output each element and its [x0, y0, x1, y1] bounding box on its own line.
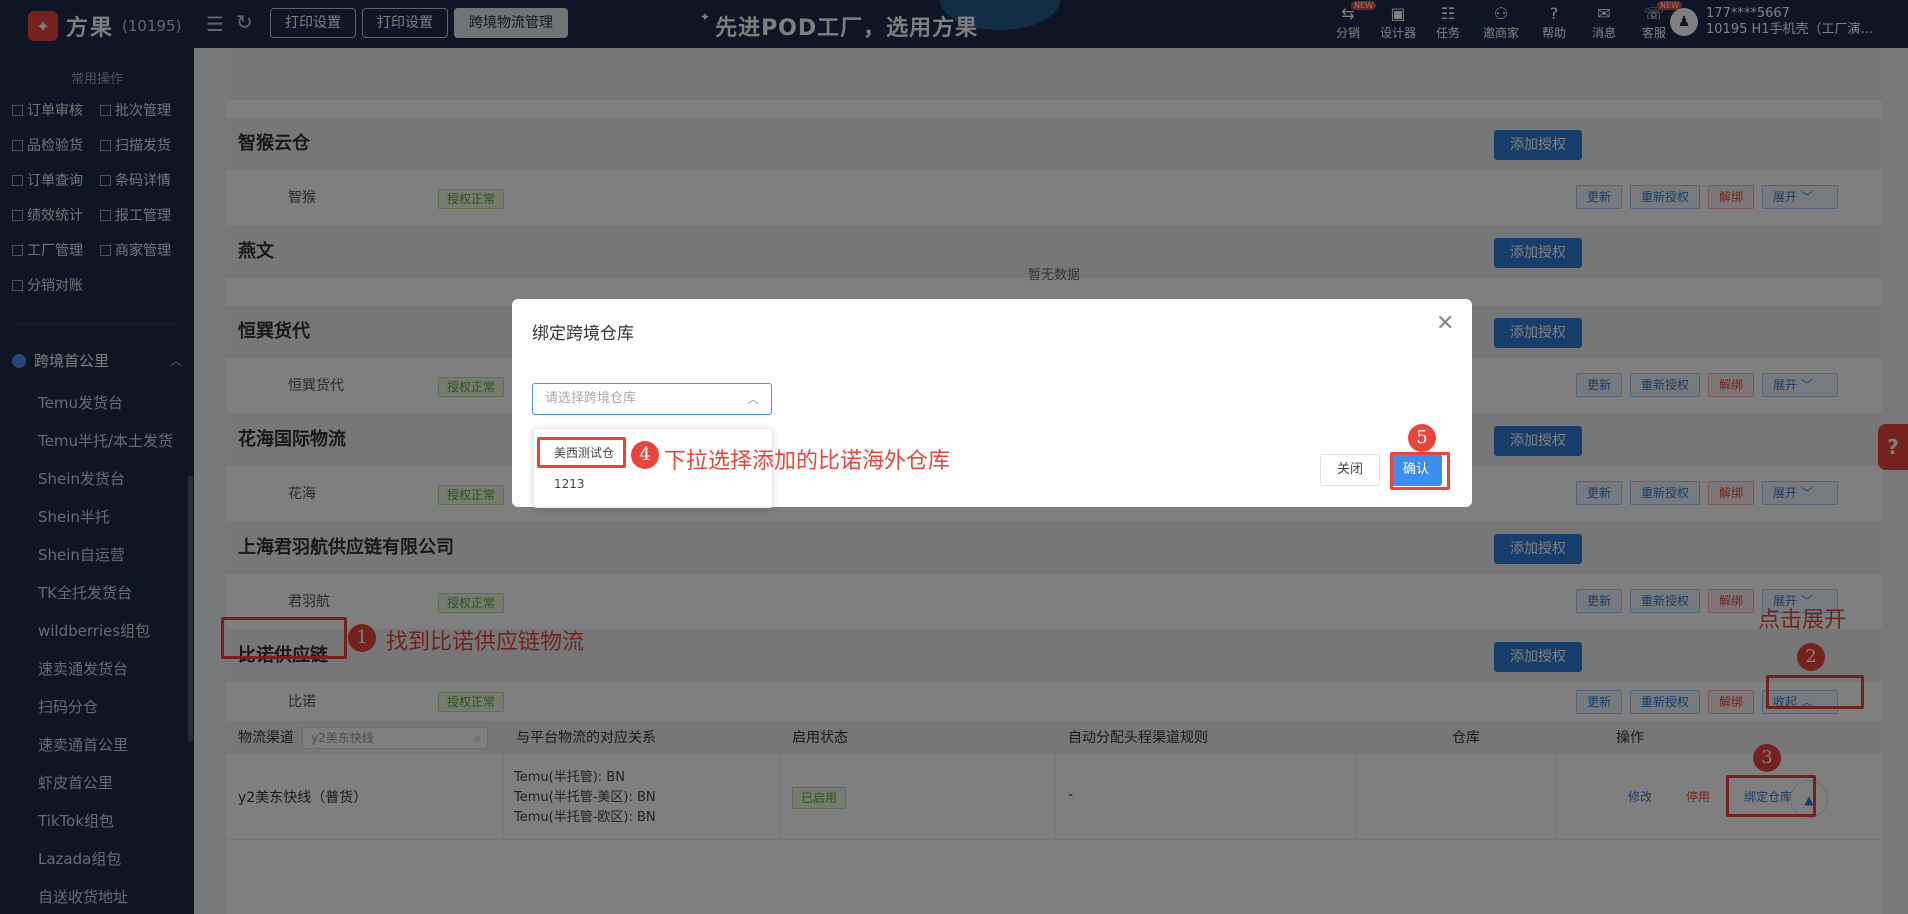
- step-number: 5: [1408, 424, 1436, 452]
- option-1213[interactable]: 1213: [554, 477, 585, 491]
- chevron-up-icon: ︿: [746, 392, 759, 406]
- select-placeholder: 请选择跨境仓库: [545, 391, 637, 406]
- highlight-option: [537, 437, 626, 468]
- step-text: 下拉选择添加的比诺海外仓库: [664, 449, 951, 474]
- warehouse-select[interactable]: 请选择跨境仓库 ︿: [532, 383, 772, 415]
- highlight-confirm: [1390, 452, 1450, 490]
- modal-title: 绑定跨境仓库: [532, 324, 634, 344]
- step-number: 4: [631, 441, 659, 469]
- cancel-button[interactable]: 关闭: [1320, 454, 1380, 486]
- close-icon[interactable]: ✕: [1436, 311, 1454, 336]
